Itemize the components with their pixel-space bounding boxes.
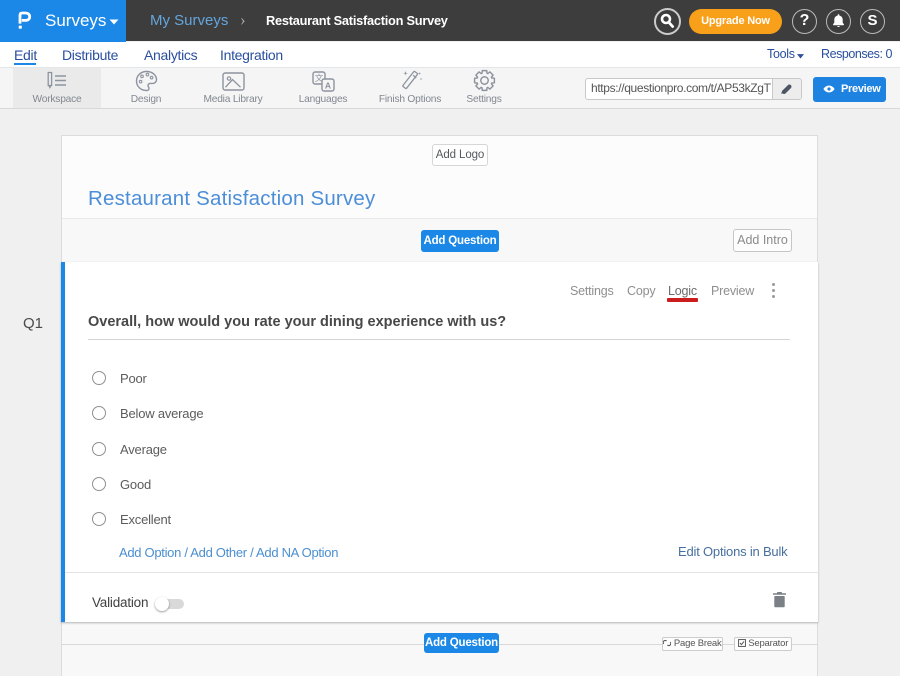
svg-text:A: A (325, 80, 331, 90)
